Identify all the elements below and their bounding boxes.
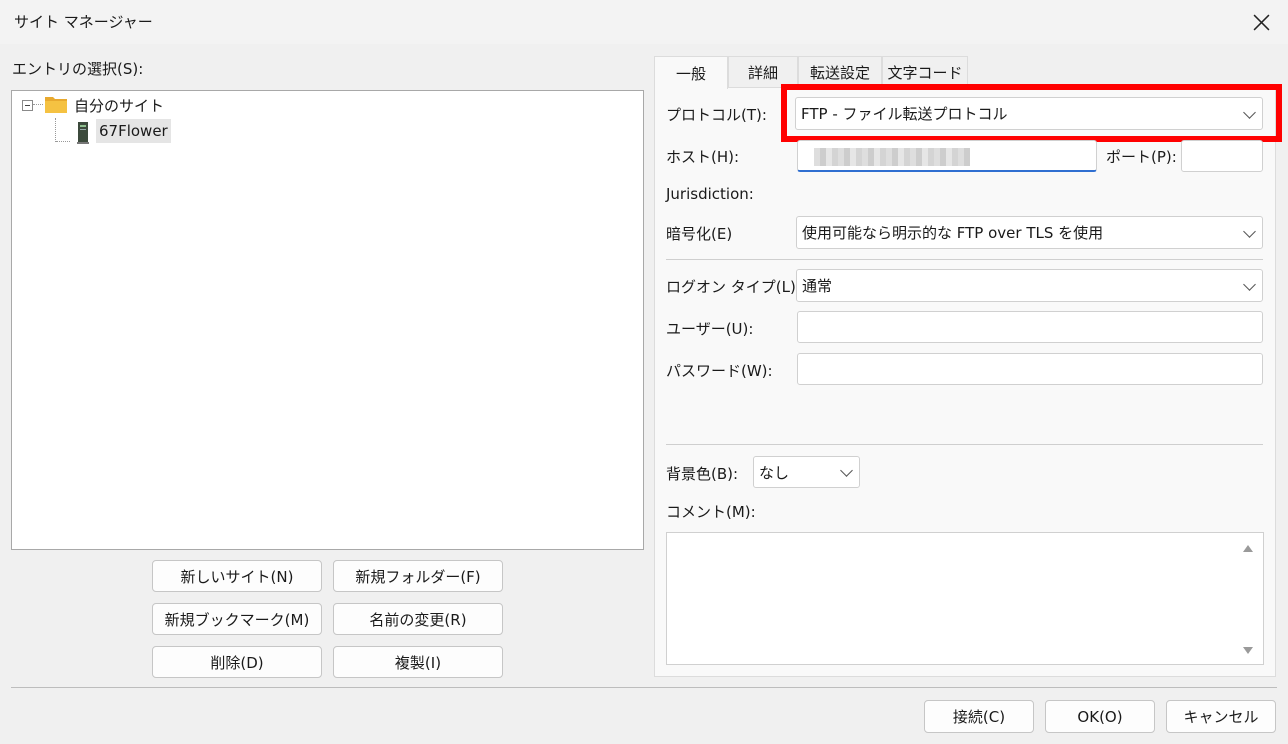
tree-item-site[interactable]: 67Flower	[96, 119, 171, 143]
duplicate-button[interactable]: 複製(I)	[333, 646, 503, 678]
bgcolor-value: なし	[759, 463, 790, 482]
close-button[interactable]	[1248, 9, 1274, 35]
entry-select-label: エントリの選択(S):	[12, 60, 144, 78]
window-title: サイト マネージャー	[14, 13, 153, 31]
tab-advanced[interactable]: 詳細	[728, 56, 798, 87]
port-label: ポート(P):	[1106, 148, 1177, 166]
server-icon	[77, 122, 89, 144]
comment-textarea[interactable]	[666, 532, 1264, 665]
tree-connector	[33, 104, 43, 105]
chevron-down-icon	[840, 464, 853, 477]
port-input[interactable]	[1181, 140, 1263, 172]
scroll-down-icon[interactable]	[1243, 647, 1253, 654]
scroll-up-icon[interactable]	[1243, 545, 1253, 552]
user-input[interactable]	[797, 311, 1263, 343]
tab-transfer-settings[interactable]: 転送設定	[798, 56, 882, 87]
chevron-down-icon	[1243, 277, 1256, 291]
highlight-box	[781, 84, 1282, 142]
jurisdiction-label: Jurisdiction:	[666, 185, 754, 203]
ok-button[interactable]: OK(O)	[1045, 700, 1155, 733]
tab-charset[interactable]: 文字コード	[882, 56, 968, 87]
encryption-value: 使用可能なら明示的な FTP over TLS を使用	[802, 224, 1104, 242]
host-value-redacted	[814, 148, 970, 166]
password-input[interactable]	[797, 353, 1263, 385]
tab-general[interactable]: 一般	[654, 56, 728, 89]
divider	[666, 444, 1263, 445]
bgcolor-select[interactable]: なし	[753, 456, 860, 488]
user-label: ユーザー(U):	[666, 320, 754, 338]
new-folder-button[interactable]: 新規フォルダー(F)	[333, 560, 503, 592]
tree-collapse-toggle[interactable]	[22, 100, 33, 111]
tree-item-my-sites[interactable]: 自分のサイト	[74, 95, 164, 116]
title-bar	[0, 0, 1288, 44]
cancel-button[interactable]: キャンセル	[1166, 700, 1276, 733]
encryption-label: 暗号化(E)	[666, 225, 733, 243]
protocol-label: プロトコル(T):	[666, 106, 767, 124]
chevron-down-icon	[1243, 224, 1256, 238]
folder-icon	[45, 97, 67, 113]
tree-connector	[56, 141, 70, 142]
new-bookmark-button[interactable]: 新規ブックマーク(M)	[152, 603, 322, 635]
encryption-select[interactable]: 使用可能なら明示的な FTP over TLS を使用	[796, 216, 1263, 249]
close-icon	[1253, 14, 1269, 30]
bgcolor-label: 背景色(B):	[666, 465, 739, 483]
divider	[666, 259, 1263, 260]
rename-button[interactable]: 名前の変更(R)	[333, 603, 503, 635]
site-tree[interactable]: 自分のサイト 67Flower	[11, 90, 644, 550]
logon-type-select[interactable]: 通常	[796, 269, 1263, 302]
password-label: パスワード(W):	[666, 362, 773, 380]
new-site-button[interactable]: 新しいサイト(N)	[152, 560, 322, 592]
logon-type-value: 通常	[802, 277, 833, 295]
delete-button[interactable]: 削除(D)	[152, 646, 322, 678]
host-label: ホスト(H):	[666, 148, 740, 166]
comment-label: コメント(M):	[666, 503, 756, 521]
connect-button[interactable]: 接続(C)	[924, 700, 1034, 733]
logon-type-label: ログオン タイプ(L):	[666, 278, 801, 296]
divider	[11, 687, 1277, 688]
tree-connector	[55, 118, 56, 142]
